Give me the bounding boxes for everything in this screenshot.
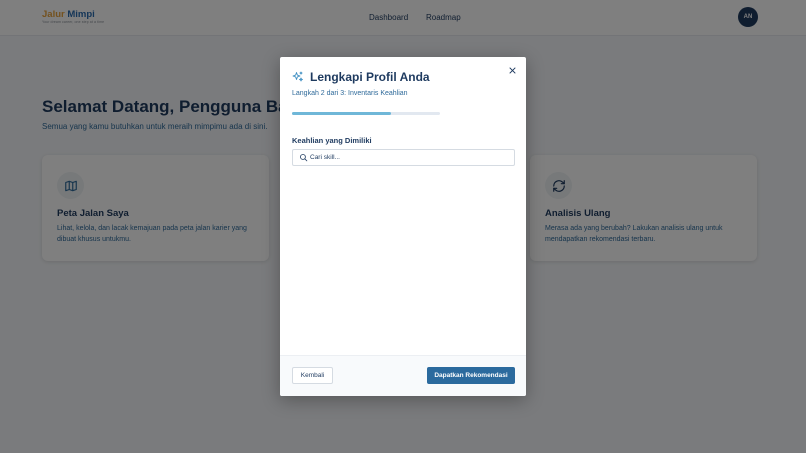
step-indicator: Langkah 2 dari 3: Inventaris Keahlian <box>292 90 408 97</box>
modal-title: Lengkapi Profil Anda <box>310 70 430 84</box>
sparkles-icon <box>292 71 303 82</box>
skill-search[interactable] <box>292 149 515 166</box>
skills-label: Keahlian yang Dimiliki <box>292 136 372 145</box>
skill-search-input[interactable] <box>310 150 510 165</box>
close-button[interactable] <box>506 64 518 76</box>
progress-bar <box>292 112 440 115</box>
get-recommendation-button[interactable]: Dapatkan Rekomendasi <box>427 367 515 384</box>
modal-footer: Kembali Dapatkan Rekomendasi <box>280 355 526 396</box>
search-icon <box>300 154 308 162</box>
close-icon <box>508 66 516 74</box>
progress-fill <box>292 112 391 115</box>
profile-modal: Lengkapi Profil Anda Langkah 2 dari 3: I… <box>280 57 526 396</box>
back-button[interactable]: Kembali <box>292 367 333 384</box>
